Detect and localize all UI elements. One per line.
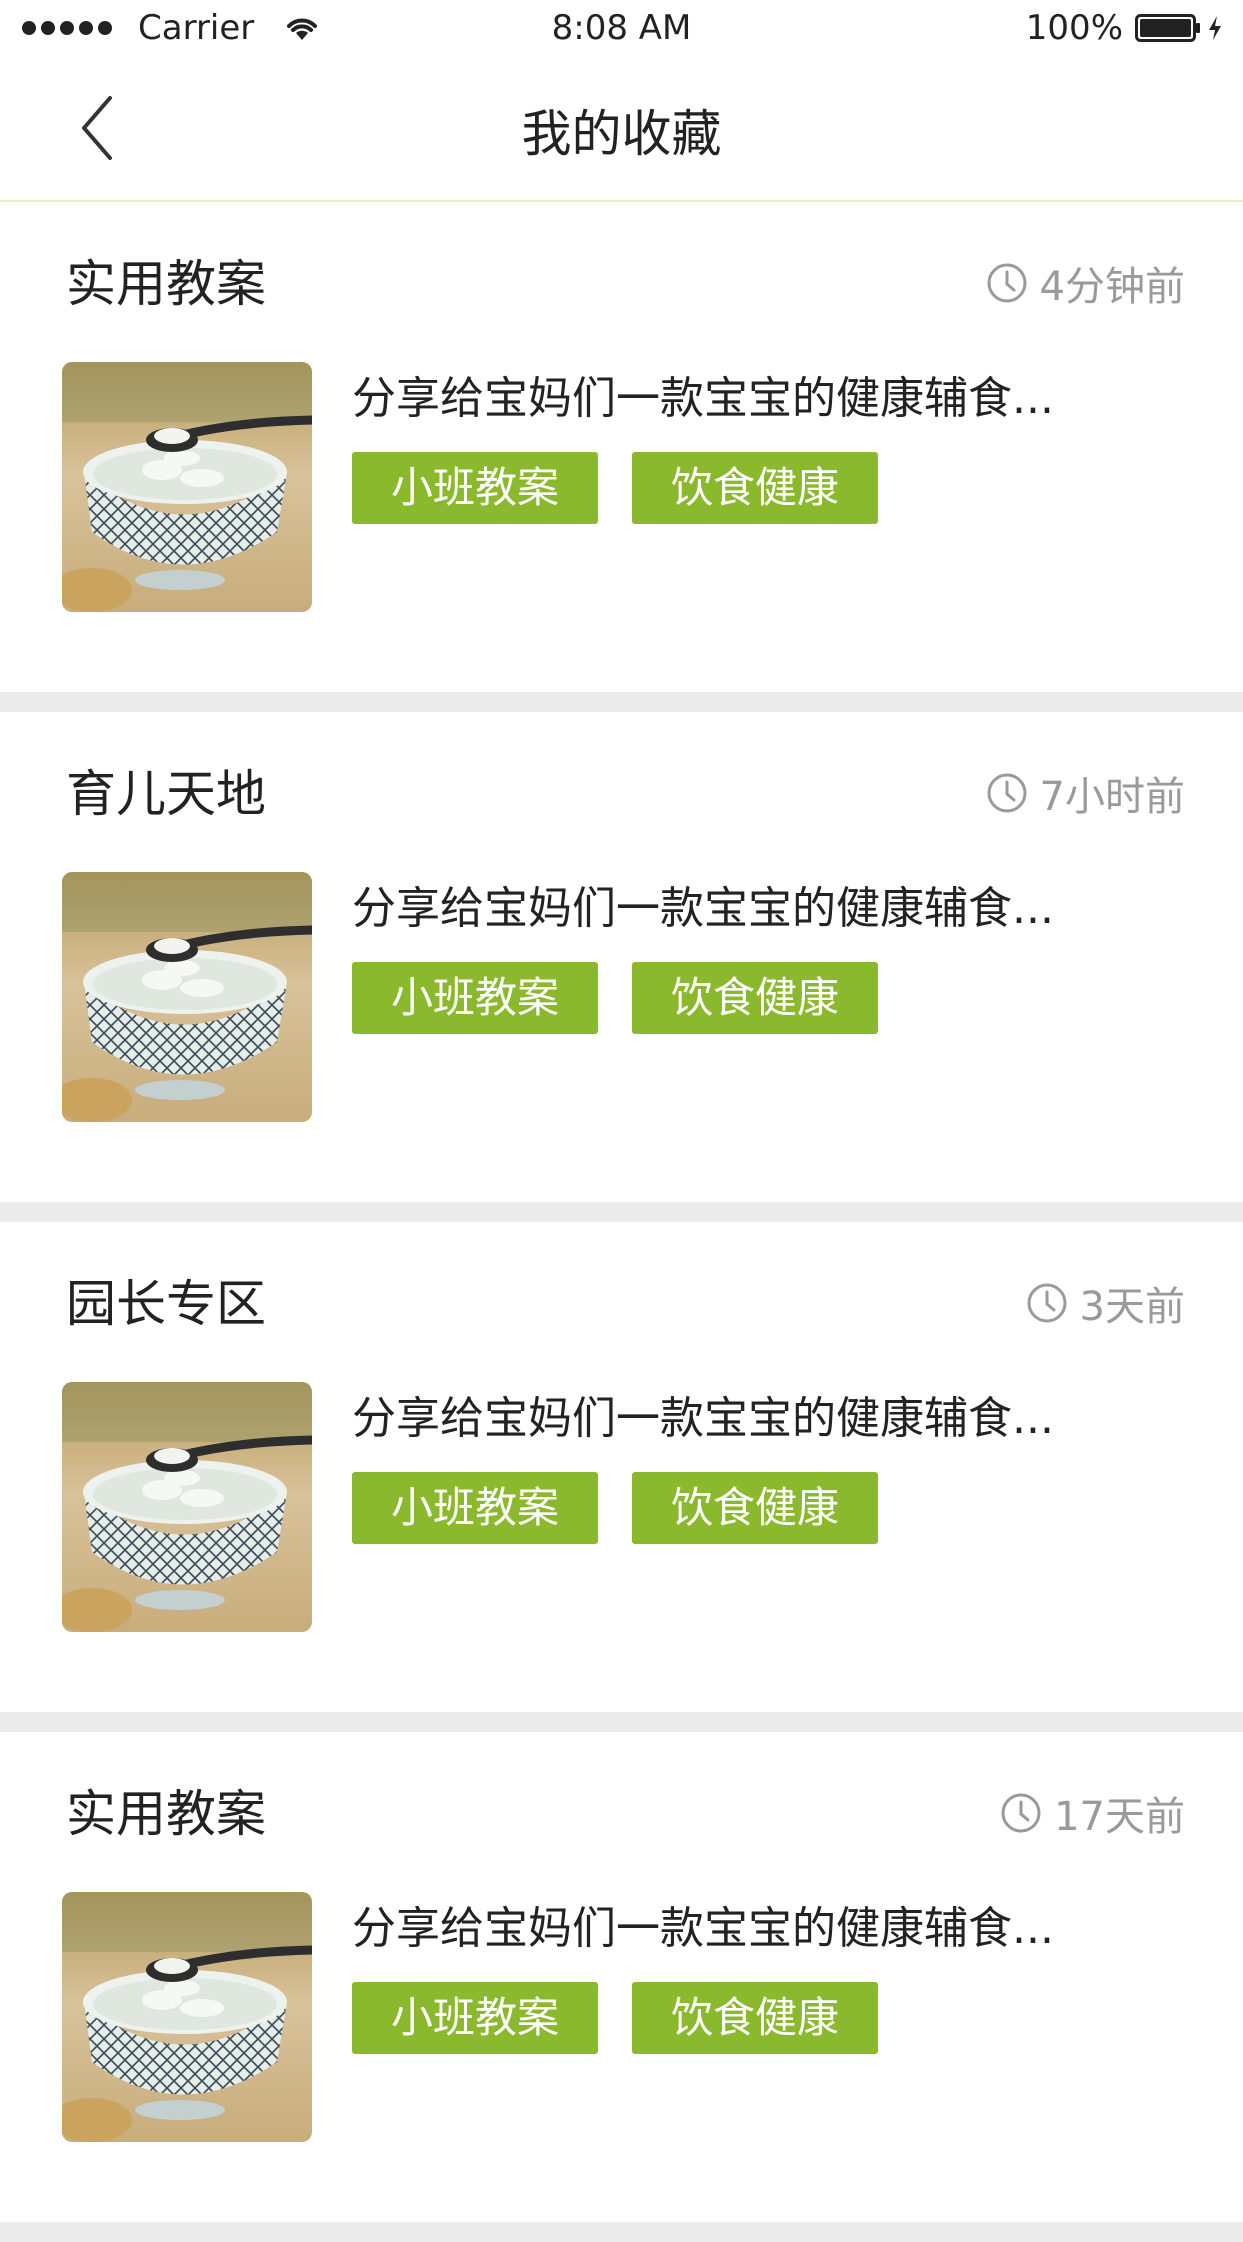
tag-group: 小班教案 饮食健康	[352, 1982, 878, 2054]
thumbnail-image[interactable]	[62, 872, 312, 1122]
tag-group: 小班教案 饮食健康	[352, 1472, 878, 1544]
favorite-card[interactable]: 实用教案 17天前 分享给宝妈们一款宝宝的健康辅食... 小班教案 饮食健康	[0, 1732, 1243, 2242]
card-time: 3天前	[1026, 1274, 1185, 1332]
card-time-label: 4分钟前	[1039, 264, 1185, 310]
thumbnail-image[interactable]	[62, 1382, 312, 1632]
card-time-label: 7小时前	[1039, 774, 1185, 820]
tag-group: 小班教案 饮食健康	[352, 452, 878, 524]
tag-diet-health[interactable]: 饮食健康	[632, 452, 878, 524]
card-summary: 分享给宝妈们一款宝宝的健康辅食...	[352, 1393, 1054, 1444]
thumbnail-image[interactable]	[62, 1892, 312, 2142]
battery-icon	[1135, 14, 1200, 42]
bowl-image	[62, 362, 312, 612]
favorites-list: 实用教案 4分钟前 分享给宝妈们一款宝宝的健康辅食... 小班教案 饮食健康 育…	[0, 202, 1243, 2242]
card-category: 实用教案	[66, 255, 266, 313]
card-category: 园长专区	[66, 1275, 266, 1333]
clock-icon	[1027, 1283, 1067, 1323]
bowl-image	[62, 1892, 312, 2142]
card-summary: 分享给宝妈们一款宝宝的健康辅食...	[352, 373, 1054, 424]
page-title: 我的收藏	[521, 105, 722, 163]
card-time: 17天前	[1000, 1784, 1185, 1842]
card-summary: 分享给宝妈们一款宝宝的健康辅食...	[352, 883, 1054, 934]
card-category: 育儿天地	[66, 765, 266, 823]
card-time: 4分钟前	[986, 254, 1185, 312]
status-bar: Carrier 8:08 AM 100%	[0, 0, 1243, 60]
card-time-label: 17天前	[1054, 1794, 1185, 1840]
bowl-image	[62, 872, 312, 1122]
card-category: 实用教案	[66, 1785, 266, 1843]
nav-bar: 我的收藏	[0, 60, 1243, 202]
tag-diet-health[interactable]: 饮食健康	[632, 1982, 878, 2054]
bowl-image	[62, 1382, 312, 1632]
thumbnail-image[interactable]	[62, 362, 312, 612]
tag-diet-health[interactable]: 饮食健康	[632, 962, 878, 1034]
favorite-card[interactable]: 育儿天地 7小时前 分享给宝妈们一款宝宝的健康辅食... 小班教案 饮食健康	[0, 712, 1243, 1222]
card-summary: 分享给宝妈们一款宝宝的健康辅食...	[352, 1903, 1054, 1954]
favorite-card[interactable]: 实用教案 4分钟前 分享给宝妈们一款宝宝的健康辅食... 小班教案 饮食健康	[0, 202, 1243, 712]
tag-group: 小班教案 饮食健康	[352, 962, 878, 1034]
tag-class-plan[interactable]: 小班教案	[352, 1982, 598, 2054]
clock-icon	[987, 263, 1027, 303]
tag-class-plan[interactable]: 小班教案	[352, 1472, 598, 1544]
tag-diet-health[interactable]: 饮食健康	[632, 1472, 878, 1544]
battery-percent: 100%	[1025, 8, 1123, 48]
clock-icon	[987, 773, 1027, 813]
status-right: 100%	[1026, 8, 1223, 48]
card-time: 7小时前	[986, 764, 1185, 822]
tag-class-plan[interactable]: 小班教案	[352, 452, 598, 524]
favorite-card[interactable]: 园长专区 3天前 分享给宝妈们一款宝宝的健康辅食... 小班教案 饮食健康	[0, 1222, 1243, 1732]
clock-icon	[1001, 1793, 1041, 1833]
tag-class-plan[interactable]: 小班教案	[352, 962, 598, 1034]
charging-bolt-icon	[1209, 16, 1221, 40]
card-time-label: 3天前	[1079, 1284, 1185, 1330]
